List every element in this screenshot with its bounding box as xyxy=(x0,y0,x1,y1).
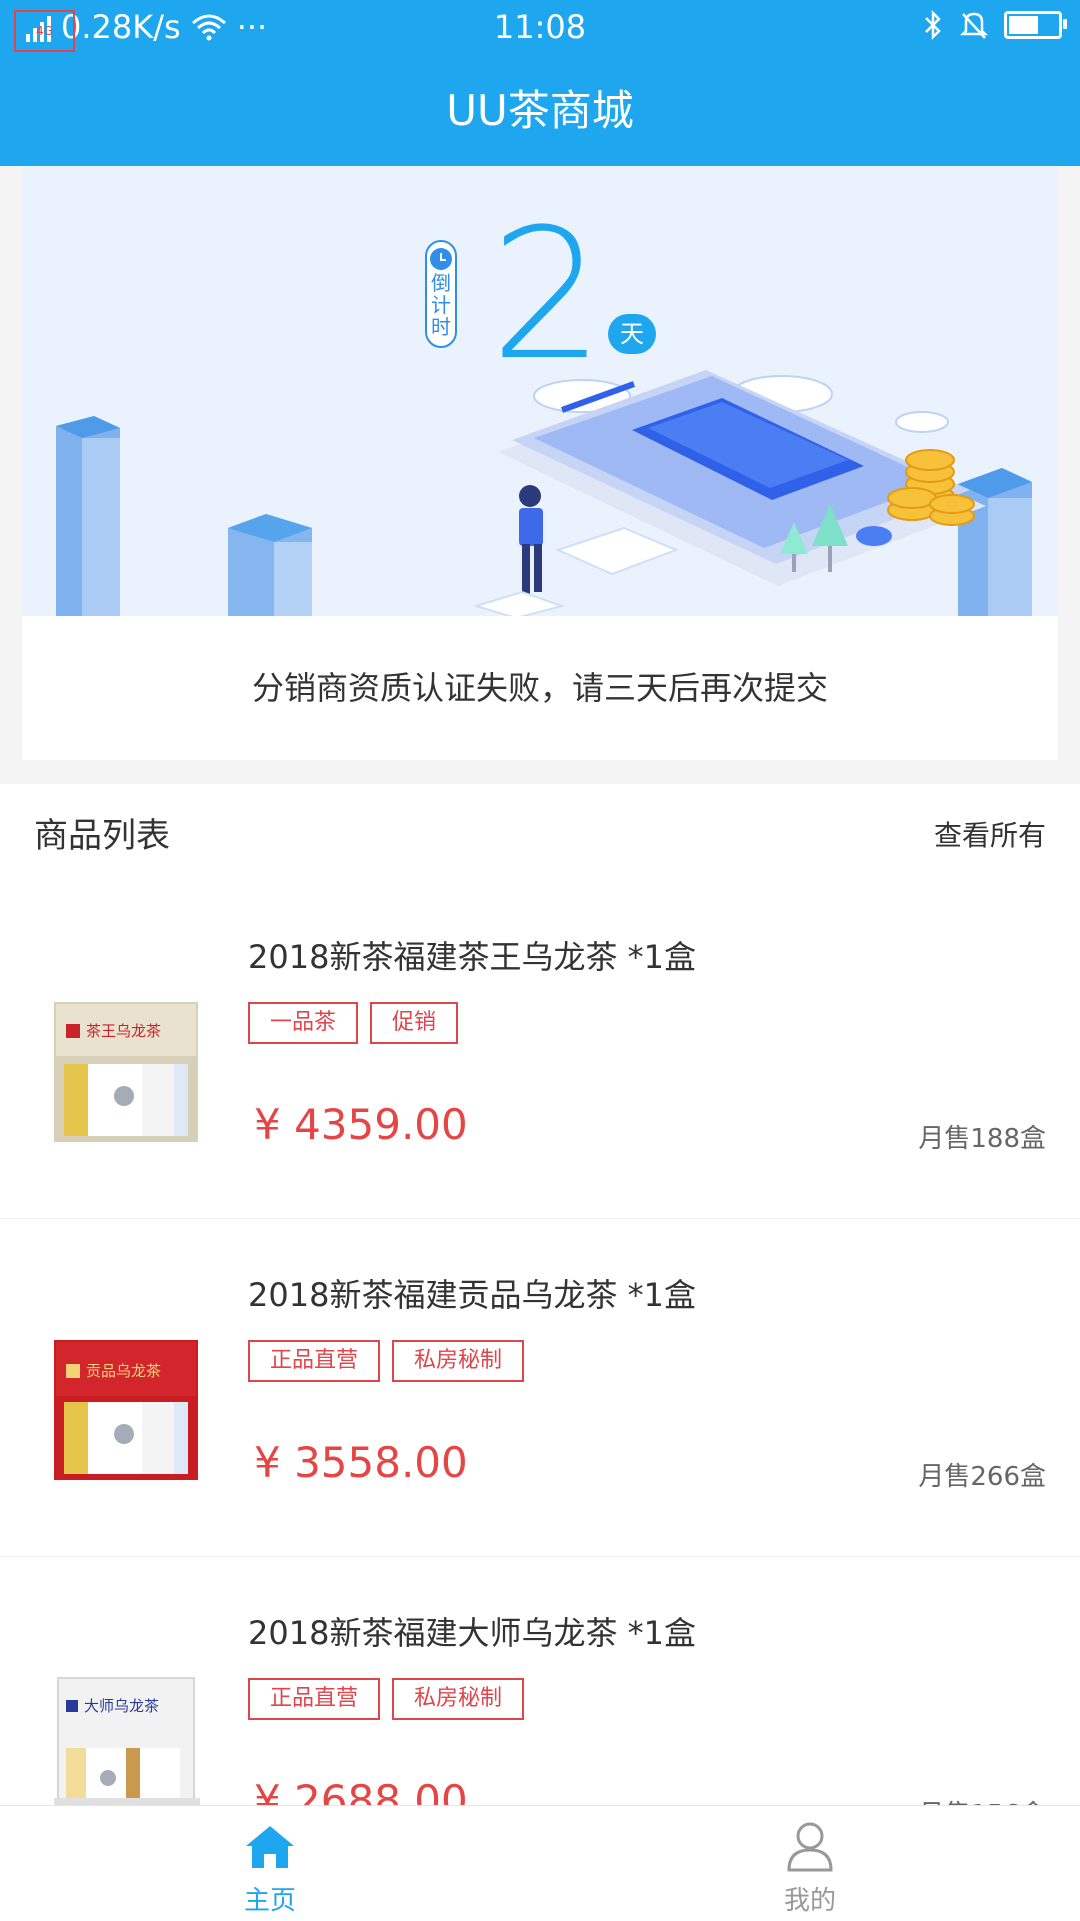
product-price: ¥ 3558.00 xyxy=(254,1438,468,1487)
svg-text:大师乌龙茶: 大师乌龙茶 xyxy=(84,1697,159,1715)
product-price: ¥ 4359.00 xyxy=(254,1100,468,1149)
page-title: UU茶商城 xyxy=(0,56,1080,166)
product-image: 贡品乌龙茶 xyxy=(54,1340,198,1480)
product-tag: 正品直营 xyxy=(248,1678,381,1720)
product-tag: 促销 xyxy=(370,1002,459,1044)
product-item[interactable]: 贡品乌龙茶 2018新茶福建贡品乌龙茶 *1盒 正品直营 私房秘制 ¥ 3558… xyxy=(0,1218,1080,1557)
product-tags: 正品直营 私房秘制 xyxy=(248,1678,525,1720)
clock-icon xyxy=(430,248,452,270)
product-tags: 正品直营 私房秘制 xyxy=(248,1340,525,1382)
product-name: 2018新茶福建大师乌龙茶 *1盒 xyxy=(248,1614,696,1652)
bottom-tab-bar: 主页 我的 xyxy=(0,1805,1080,1921)
clock: 11:08 xyxy=(493,8,587,46)
countdown-number: 2 xyxy=(490,191,605,400)
bell-muted-icon xyxy=(960,12,988,39)
battery-icon xyxy=(1004,11,1067,39)
view-all-link[interactable]: 查看所有 xyxy=(934,814,1046,854)
product-item[interactable]: 大师乌龙茶 2018新茶福建大师乌龙茶 *1盒 正品直营 私房秘制 ¥ 2688… xyxy=(0,1556,1080,1805)
product-list-header: 商品列表 查看所有 xyxy=(0,784,1080,880)
product-tag: 一品茶 xyxy=(248,1002,359,1044)
monthly-sales: 月售266盒 xyxy=(918,1462,1046,1492)
tab-profile-label: 我的 xyxy=(783,1886,836,1916)
product-name: 2018新茶福建茶王乌龙茶 *1盒 xyxy=(248,938,696,976)
certification-message: 分销商资质认证失败，请三天后再次提交 xyxy=(251,669,828,707)
home-icon xyxy=(246,1826,294,1868)
product-tag: 私房秘制 xyxy=(392,1340,525,1382)
product-list-title: 商品列表 xyxy=(34,816,170,856)
product-image: 大师乌龙茶 xyxy=(54,1677,200,1805)
tab-profile[interactable]: 我的 xyxy=(660,1806,960,1921)
product-tag: 私房秘制 xyxy=(392,1678,525,1720)
product-image: 茶王乌龙茶 xyxy=(54,1002,198,1142)
countdown-card: 倒计时 2 天 分销商资质认证失败，请三天后再次提交 xyxy=(22,166,1058,760)
monthly-sales: 月售188盒 xyxy=(918,1124,1046,1154)
tab-home-label: 主页 xyxy=(243,1886,296,1916)
user-icon xyxy=(787,1822,833,1872)
tab-home[interactable]: 主页 xyxy=(120,1806,420,1921)
svg-text:贡品乌龙茶: 贡品乌龙茶 xyxy=(86,1362,161,1380)
product-name: 2018新茶福建贡品乌龙茶 *1盒 xyxy=(248,1276,696,1314)
bluetooth-icon xyxy=(925,10,941,40)
monthly-sales: 月售156盒 xyxy=(918,1794,1046,1805)
product-tag: 正品直营 xyxy=(248,1340,381,1382)
product-item[interactable]: 茶王乌龙茶 2018新茶福建茶王乌龙茶 *1盒 一品茶 促销 ¥ 4359.00… xyxy=(0,880,1080,1219)
product-tags: 一品茶 促销 xyxy=(248,1002,459,1044)
countdown-label: 倒计时 xyxy=(425,240,457,348)
countdown-unit-badge: 天 xyxy=(608,314,656,354)
status-bar: 4G 0.28K/s ··· 11:08 xyxy=(0,0,1080,56)
product-list: 茶王乌龙茶 2018新茶福建茶王乌龙茶 *1盒 一品茶 促销 ¥ 4359.00… xyxy=(0,880,1080,1805)
banner-illustration: 倒计时 2 天 xyxy=(22,166,1058,616)
product-price: ¥ 2688.00 xyxy=(254,1776,468,1805)
svg-text:茶王乌龙茶: 茶王乌龙茶 xyxy=(86,1022,161,1040)
